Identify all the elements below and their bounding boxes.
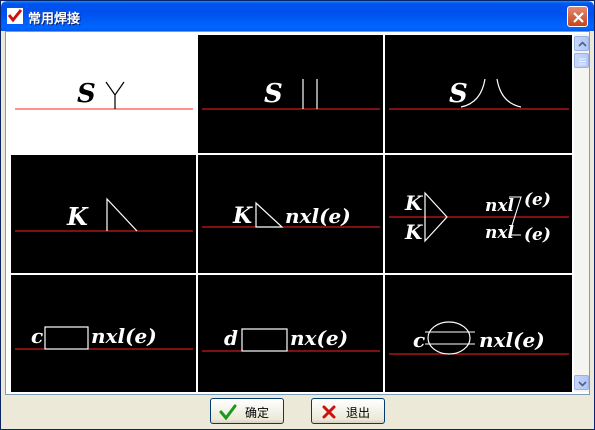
weld-symbol-y-groove: S [15, 79, 193, 110]
cell9-label: c [413, 328, 425, 352]
weld-symbol-double-fillet: K K nxl (e) nxl (e) [389, 190, 569, 245]
weld-symbol-fillet-intermittent: K nxl(e) [202, 201, 380, 229]
checkmark-icon [219, 404, 237, 421]
close-icon [573, 12, 584, 23]
cell1-label: S [77, 79, 96, 109]
x-mark-icon [322, 405, 336, 419]
weld-cell-6[interactable]: K K nxl (e) nxl (e) [384, 154, 573, 274]
weld-symbol-flare-v: S [389, 78, 569, 110]
cell2-label: S [264, 79, 283, 109]
cell7-label: c [31, 324, 43, 348]
weld-symbol-plug: c nxl(e) [15, 324, 193, 350]
symbol-panel: S S S K K nxl(e) K K nxl (e) nxl (e) c n… [5, 31, 590, 395]
cell6-label-bottom: K [404, 220, 424, 244]
cell4-label: K [66, 202, 89, 231]
weld-symbol-square-butt: S [202, 79, 380, 110]
weld-dialog-window: 常用焊接 S S S K K nxl(e) K K nxl (e) nxl (e… [0, 0, 595, 430]
app-check-icon [7, 8, 23, 24]
cell7-text: nxl(e) [91, 324, 157, 348]
cell6-text-top-e: (e) [524, 190, 551, 210]
cell6-text-top-nx: nxl [485, 196, 514, 216]
title-bar[interactable]: 常用焊接 [1, 1, 594, 31]
weld-symbol-spot: d nx(e) [202, 326, 380, 352]
scroll-thumb[interactable] [574, 53, 589, 68]
cell6-text-bottom-e: (e) [524, 225, 551, 245]
cell5-label: K [232, 203, 253, 229]
cell5-text: nxl(e) [285, 204, 351, 228]
exit-button-label: 退出 [346, 406, 371, 420]
grip-icon [579, 58, 586, 65]
exit-button[interactable]: 退出 [311, 398, 385, 424]
chevron-up-icon [578, 41, 587, 47]
weld-cell-4[interactable]: K [10, 154, 197, 274]
vertical-scrollbar[interactable] [574, 34, 589, 392]
cell8-text: nx(e) [290, 326, 348, 350]
weld-cell-7[interactable]: c nxl(e) [10, 274, 197, 393]
cell9-text: nxl(e) [479, 328, 545, 352]
weld-cell-2[interactable]: S [197, 34, 384, 154]
confirm-button-label: 确定 [245, 406, 270, 420]
weld-cell-9[interactable]: c nxl(e) [384, 274, 573, 393]
weld-cell-1[interactable]: S [10, 34, 197, 154]
weld-symbol-fillet: K [15, 197, 193, 232]
cell8-label: d [224, 326, 238, 350]
window-title: 常用焊接 [28, 12, 81, 27]
weld-cell-3[interactable]: S [384, 34, 573, 154]
weld-cell-8[interactable]: d nx(e) [197, 274, 384, 393]
weld-symbol-grid: S S S K K nxl(e) K K nxl (e) nxl (e) c n… [10, 34, 573, 393]
close-button[interactable] [567, 6, 588, 27]
scroll-up-button[interactable] [574, 36, 589, 51]
scroll-down-button[interactable] [574, 375, 589, 390]
weld-cell-5[interactable]: K nxl(e) [197, 154, 384, 274]
cell6-label-top: K [404, 191, 424, 215]
cell3-label: S [449, 79, 468, 109]
chevron-down-icon [578, 381, 587, 387]
confirm-button[interactable]: 确定 [210, 398, 284, 424]
weld-symbol-seam: c nxl(e) [389, 321, 569, 355]
